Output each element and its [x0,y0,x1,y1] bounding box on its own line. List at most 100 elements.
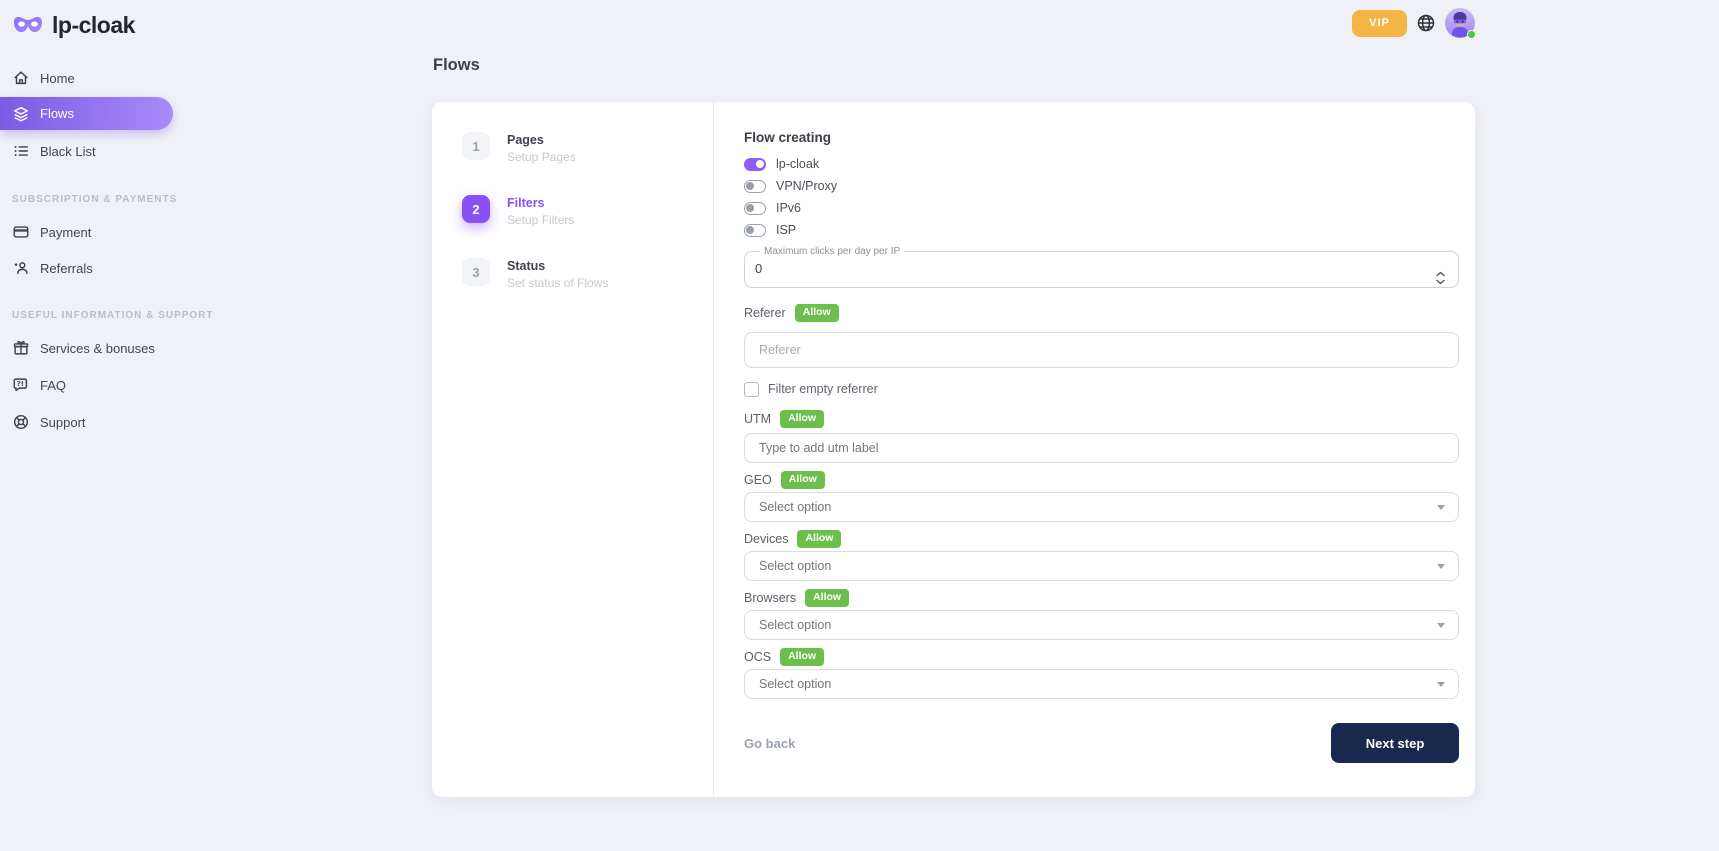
toggle-label: lp-cloak [776,157,819,171]
toggle-label: IPv6 [776,201,801,215]
select-field [744,610,1459,640]
utm-label: UTM [744,412,771,426]
wizard-footer: Go back Next step [744,723,1459,763]
toggle-switch[interactable] [744,224,766,237]
step-title: Status [507,258,608,273]
filters-form: Flow creating lp-cloak VPN/Proxy IPv6 IS… [714,102,1475,797]
referer-allow-badge[interactable]: Allow [795,304,839,322]
sidebar-nav: Home Flows Black List SUBSCRIPTION & PAY… [0,63,200,437]
card-icon [12,223,30,241]
step-title: Filters [507,195,574,210]
sidebar-item-black-list[interactable]: Black List [0,136,200,166]
filter-empty-referrer-checkbox[interactable] [744,382,759,397]
user-avatar[interactable] [1445,8,1475,38]
select-field [744,551,1459,581]
toggle-row-isp: ISP [744,222,1459,238]
sidebar-section-title: USEFUL INFORMATION & SUPPORT [12,308,186,322]
stepper-step-status[interactable]: 3 Status Set status of Flows [462,258,713,290]
faq-icon [12,376,30,394]
toggle-row-vpn-proxy: VPN/Proxy [744,178,1459,194]
vip-button[interactable]: VIP [1352,10,1407,37]
utm-allow-badge[interactable]: Allow [780,410,824,428]
go-back-button[interactable]: Go back [744,736,795,751]
select-input[interactable] [744,492,1459,522]
sidebar-item-payment[interactable]: Payment [0,217,200,247]
allow-badge[interactable]: Allow [781,471,825,489]
toggle-knob [746,226,754,234]
home-icon [12,69,30,87]
select-field-label: Browsers [744,591,796,605]
sidebar-item-home[interactable]: Home [0,63,200,93]
step-subtitle: Set status of Flows [507,276,608,290]
brand-name: lp-cloak [52,12,135,39]
brand-logo[interactable]: lp-cloak [12,12,200,39]
select-field-label: OCS [744,650,771,664]
toggle-knob [746,182,754,190]
gift-icon [12,339,30,357]
lifebuoy-icon [12,413,30,431]
sidebar-item-faq[interactable]: FAQ [0,370,200,400]
filter-empty-referrer-row: Filter empty referrer [744,381,1459,397]
sidebar-item-flows[interactable]: Flows [0,97,173,130]
select-group-browsers: Browsers Allow [744,588,1459,640]
language-globe-icon[interactable] [1416,13,1436,33]
number-stepper[interactable] [1436,271,1445,285]
select-input[interactable] [744,610,1459,640]
select-field-label: GEO [744,473,772,487]
form-title: Flow creating [744,130,1459,147]
sidebar-section-title: SUBSCRIPTION & PAYMENTS [12,192,186,206]
allow-badge[interactable]: Allow [805,589,849,607]
wizard-stepper: 1 Pages Setup Pages 2 Filters Setup Filt… [432,102,714,797]
filter-empty-referrer-label: Filter empty referrer [768,382,878,396]
select-input[interactable] [744,669,1459,699]
step-number: 3 [462,258,490,286]
sidebar-item-support[interactable]: Support [0,407,200,437]
select-group-devices: Devices Allow [744,529,1459,581]
list-icon [12,142,30,160]
max-clicks-label: Maximum clicks per day per IP [760,246,904,257]
referer-label: Referer [744,306,786,320]
referer-input[interactable] [744,332,1459,368]
max-clicks-field: Maximum clicks per day per IP [744,246,1459,288]
toggle-row-lp-cloak: lp-cloak [744,156,1459,172]
sidebar-item-referrals[interactable]: Referrals [0,253,200,283]
step-number: 1 [462,132,490,160]
toggle-switch[interactable] [744,202,766,215]
toggle-row-ipv6: IPv6 [744,200,1459,216]
select-field [744,669,1459,699]
step-subtitle: Setup Pages [507,150,576,164]
divider [185,199,186,200]
chevron-down-icon [1436,279,1445,285]
allow-badge[interactable]: Allow [797,530,841,548]
stepper-step-filters[interactable]: 2 Filters Setup Filters [462,195,713,227]
sidebar: lp-cloak Home Flows Black List SUBSCRIPT… [0,0,200,851]
utm-input[interactable] [744,433,1459,463]
toggle-label: ISP [776,223,796,237]
allow-badge[interactable]: Allow [780,648,824,666]
select-group-geo: GEO Allow [744,470,1459,522]
referrals-icon [12,259,30,277]
step-number: 2 [462,195,490,223]
select-field [744,492,1459,522]
online-status-dot [1467,30,1476,39]
stepper-step-pages[interactable]: 1 Pages Setup Pages [462,132,713,164]
toggle-switch[interactable] [744,180,766,193]
sidebar-item-services-bonuses[interactable]: Services & bonuses [0,333,200,363]
toggle-label: VPN/Proxy [776,179,837,193]
next-step-button[interactable]: Next step [1331,723,1459,763]
flows-icon [12,105,30,123]
mask-logo-icon [12,14,44,38]
select-group-ocs: OCS Allow [744,647,1459,699]
chevron-up-icon [1436,271,1445,277]
toggle-knob [746,204,754,212]
select-input[interactable] [744,551,1459,581]
select-field-label: Devices [744,532,788,546]
header-actions: VIP [1352,8,1475,38]
step-subtitle: Setup Filters [507,213,574,227]
page-title: Flows [433,56,480,75]
toggle-knob [756,160,764,168]
max-clicks-input[interactable] [755,257,1420,279]
flow-wizard-card: 1 Pages Setup Pages 2 Filters Setup Filt… [432,102,1475,797]
toggle-switch[interactable] [744,158,766,171]
step-title: Pages [507,132,576,147]
